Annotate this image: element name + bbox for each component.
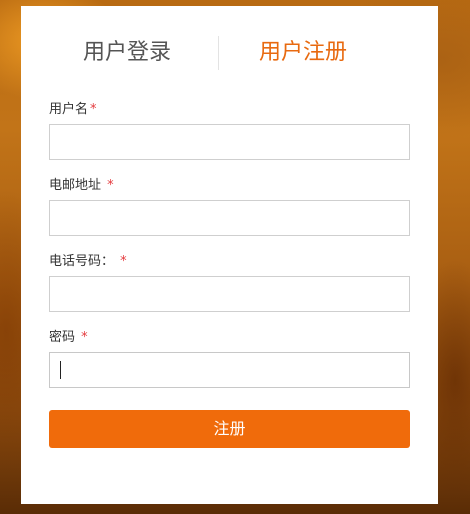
email-label-text: 电邮地址 (49, 178, 102, 193)
phone-label: 电话号码： * (49, 254, 127, 270)
email-label: 电邮地址 * (49, 178, 114, 194)
tab-register[interactable]: 用户注册 (259, 40, 347, 66)
phone-input[interactable] (49, 276, 410, 312)
required-mark: * (81, 330, 88, 345)
phone-label-text: 电话号码： (49, 254, 115, 269)
username-label: 用户名 * (49, 102, 97, 118)
auth-tabs: 用户登录 用户注册 (21, 6, 438, 96)
register-card: 用户登录 用户注册 用户名 * 电邮地址 * 电话号码： * 密码 * 注册 (21, 6, 438, 504)
tab-divider (218, 36, 219, 70)
email-input[interactable] (49, 200, 410, 236)
text-caret (60, 361, 61, 379)
tab-login[interactable]: 用户登录 (83, 40, 171, 66)
password-label-text: 密码 (49, 330, 76, 345)
password-input[interactable] (49, 352, 410, 388)
username-input[interactable] (49, 124, 410, 160)
register-button[interactable]: 注册 (49, 410, 410, 448)
password-label: 密码 * (49, 330, 88, 346)
required-mark: * (90, 102, 97, 117)
required-mark: * (120, 254, 127, 269)
required-mark: * (107, 178, 114, 193)
username-label-text: 用户名 (49, 102, 89, 117)
